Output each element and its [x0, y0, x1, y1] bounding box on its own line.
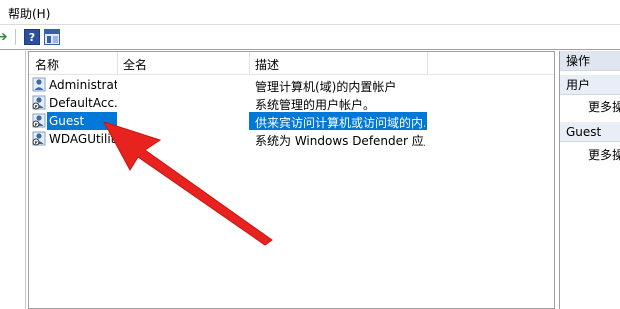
user-description: 系统管理的用户帐户。 [255, 98, 376, 112]
action-more-actions[interactable]: 更多操 [588, 146, 620, 163]
user-disabled-icon [32, 113, 46, 128]
action-section-header[interactable]: 用户 [560, 75, 620, 95]
toolbar-separator [15, 29, 16, 45]
user-icon [32, 77, 46, 92]
help-icon[interactable]: ? [24, 29, 40, 45]
menu-help[interactable]: 帮助(H) [8, 5, 50, 22]
user-name: Administrat... [49, 78, 117, 92]
user-disabled-icon [32, 131, 46, 146]
column-name[interactable]: 名称 [35, 56, 59, 73]
show-hide-panel-icon[interactable] [44, 29, 60, 45]
column-full-name[interactable]: 全名 [123, 56, 147, 73]
action-section-header[interactable]: Guest [560, 122, 620, 142]
menu-bar: 帮助(H) [0, 0, 620, 25]
list-item[interactable]: Administrat... 管理计算机(域)的内置帐户 [29, 76, 554, 94]
list-item[interactable]: DefaultAcc... 系统管理的用户帐户。 [29, 94, 554, 112]
user-description: 系统为 Windows Defender 应用... [255, 134, 425, 148]
user-disabled-icon [32, 95, 46, 110]
column-header: 名称 全名 描述 [29, 52, 554, 75]
forward-arrow-icon[interactable]: ➔ [0, 29, 8, 45]
user-name: DefaultAcc... [49, 96, 117, 110]
column-description[interactable]: 描述 [255, 56, 279, 73]
action-more-actions[interactable]: 更多操 [588, 98, 620, 115]
list-item[interactable]: WDAGUtilit... 系统为 Windows Defender 应用... [29, 130, 554, 148]
user-name: Guest [49, 114, 85, 128]
user-list[interactable]: 名称 全名 描述 Administrat... 管理计算机(域)的内置帐户 De… [28, 51, 555, 309]
user-description: 供来宾访问计算机或访问域的内... [255, 116, 425, 130]
list-item-selected[interactable]: Guest 供来宾访问计算机或访问域的内... [29, 112, 554, 130]
user-name: WDAGUtilit... [49, 132, 117, 146]
tree-pane[interactable] [0, 51, 26, 309]
actions-title: 操作 [560, 51, 620, 71]
action-pane: 操作 用户 更多操 Guest 更多操 [559, 51, 620, 309]
user-description: 管理计算机(域)的内置帐户 [255, 80, 397, 94]
toolbar: ➔ ? [0, 25, 620, 50]
